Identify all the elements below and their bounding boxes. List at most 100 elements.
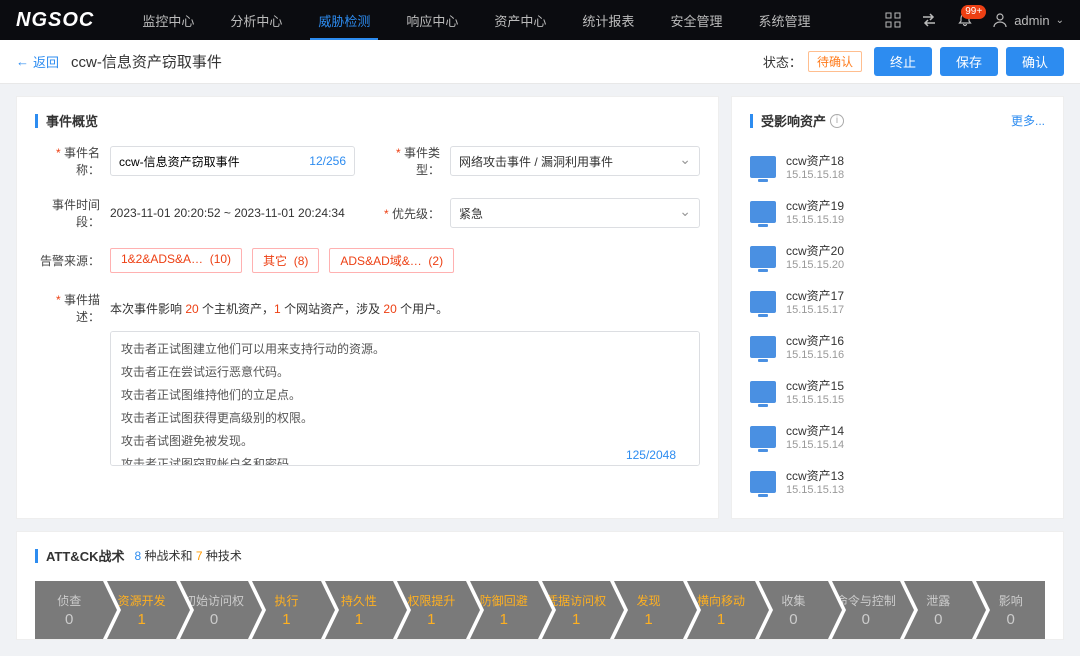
asset-ip: 15.15.15.17 — [786, 304, 844, 316]
attck-step[interactable]: 权限提升1 — [397, 581, 465, 639]
attck-step[interactable]: 横向移动1 — [687, 581, 755, 639]
chevron-down-icon: ⌄ — [1056, 15, 1064, 26]
asset-ip: 15.15.15.16 — [786, 349, 844, 361]
step-name: 侦查 — [57, 592, 81, 609]
step-name: 防御回避 — [480, 592, 528, 609]
asset-item[interactable]: ccw资产1815.15.15.18 — [750, 144, 1045, 189]
action-buttons: 终止 保存 确认 — [874, 47, 1064, 76]
arrow-left-icon: ← — [16, 54, 29, 69]
step-name: 资源开发 — [118, 592, 166, 609]
bell-icon[interactable]: 99+ — [956, 11, 974, 29]
attck-step[interactable]: 侦查0 — [35, 581, 103, 639]
attck-title: ATT&CK战术 — [46, 546, 124, 565]
content: 事件概览 事件名称： 12/256 事件类型： 网络攻击事件 / 漏洞利用事件 … — [0, 84, 1080, 531]
back-button[interactable]: ← 返回 — [16, 52, 59, 71]
step-count: 1 — [644, 611, 652, 628]
name-label: 事件名称： — [35, 144, 100, 178]
back-label: 返回 — [33, 52, 59, 71]
attck-step[interactable]: 持久性1 — [325, 581, 393, 639]
monitor-icon — [750, 381, 776, 403]
priority-select[interactable]: 紧急 — [450, 198, 700, 228]
type-label: 事件类型： — [375, 144, 440, 178]
asset-ip: 15.15.15.19 — [786, 214, 844, 226]
step-name: 持久性 — [341, 592, 377, 609]
nav-items: 监控中心分析中心威胁检测响应中心资产中心统计报表安全管理系统管理 — [124, 0, 828, 40]
step-count: 0 — [789, 611, 797, 628]
asset-ip: 15.15.15.13 — [786, 484, 844, 496]
desc-line: 攻击者正试图维持他们的立足点。 — [121, 386, 689, 403]
attck-step[interactable]: 执行1 — [252, 581, 320, 639]
asset-item[interactable]: ccw资产1315.15.15.13 — [750, 459, 1045, 504]
period-value: 2023-11-01 20:20:52 ~ 2023-11-01 20:24:3… — [110, 206, 355, 220]
asset-item[interactable]: ccw资产1715.15.15.17 — [750, 279, 1045, 324]
info-icon[interactable]: i — [830, 114, 844, 128]
attck-chevron-row: 侦查0资源开发1初始访问权0执行1持久性1权限提升1防御回避1凭据访问权1发现1… — [35, 581, 1045, 639]
nav-item-3[interactable]: 响应中心 — [388, 0, 476, 40]
step-count: 1 — [137, 611, 145, 628]
asset-name: ccw资产19 — [786, 197, 844, 214]
assets-title: 受影响资产 — [761, 111, 826, 130]
step-count: 0 — [1007, 611, 1015, 628]
grid-icon[interactable] — [884, 11, 902, 29]
monitor-icon — [750, 291, 776, 313]
name-input-field[interactable] — [119, 154, 309, 168]
attck-card: ATT&CK战术 8 种战术和 7 种技术 侦查0资源开发1初始访问权0执行1持… — [16, 531, 1064, 640]
attck-step[interactable]: 防御回避1 — [470, 581, 538, 639]
step-count: 1 — [282, 611, 290, 628]
step-count: 0 — [210, 611, 218, 628]
source-tag[interactable]: 其它 (8) — [252, 248, 319, 273]
affected-assets-card: 受影响资产 i 更多... ccw资产1815.15.15.18ccw资产191… — [731, 96, 1064, 519]
attck-step[interactable]: 资源开发 1 — [107, 581, 175, 639]
card-title: 事件概览 — [46, 111, 98, 130]
asset-item[interactable]: ccw资产1515.15.15.15 — [750, 369, 1045, 414]
asset-item[interactable]: ccw资产2015.15.15.20 — [750, 234, 1045, 279]
asset-item[interactable]: ccw资产1415.15.15.14 — [750, 414, 1045, 459]
nav-item-2[interactable]: 威胁检测 — [300, 0, 388, 40]
nav-item-0[interactable]: 监控中心 — [124, 0, 212, 40]
nav-item-7[interactable]: 系统管理 — [740, 0, 828, 40]
step-count: 1 — [427, 611, 435, 628]
nav-item-4[interactable]: 资产中心 — [476, 0, 564, 40]
nav-item-1[interactable]: 分析中心 — [212, 0, 300, 40]
asset-ip: 15.15.15.15 — [786, 394, 844, 406]
nav-item-6[interactable]: 安全管理 — [652, 0, 740, 40]
asset-name: ccw资产16 — [786, 332, 844, 349]
asset-name: ccw资产17 — [786, 287, 844, 304]
desc-line: 攻击者正试图获得更高级别的权限。 — [121, 409, 689, 426]
attck-step[interactable]: 影响0 — [976, 581, 1044, 639]
stop-button[interactable]: 终止 — [874, 47, 932, 76]
attck-step[interactable]: 凭据访问权1 — [542, 581, 610, 639]
user-icon — [992, 12, 1008, 28]
source-tag[interactable]: ADS&AD域&… (2) — [329, 248, 454, 273]
asset-item[interactable]: ccw资产1915.15.15.19 — [750, 189, 1045, 234]
top-nav: NGSOC 监控中心分析中心威胁检测响应中心资产中心统计报表安全管理系统管理 9… — [0, 0, 1080, 40]
confirm-button[interactable]: 确认 — [1006, 47, 1064, 76]
name-input[interactable]: 12/256 — [110, 146, 355, 176]
attck-step[interactable]: 收集0 — [759, 581, 827, 639]
asset-name: ccw资产14 — [786, 422, 844, 439]
monitor-icon — [750, 426, 776, 448]
desc-summary: 本次事件影响 20 个主机资产，1 个网站资产，涉及 20 个用户。 — [110, 300, 448, 317]
source-tag[interactable]: 1&2&ADS&A… (10) — [110, 248, 242, 273]
type-select[interactable]: 网络攻击事件 / 漏洞利用事件 — [450, 146, 700, 176]
attck-step[interactable]: 泄露0 — [904, 581, 972, 639]
status-wrap: 状态： 待确认 — [763, 51, 862, 72]
desc-counter: 125/2048 — [626, 448, 676, 462]
swap-icon[interactable] — [920, 11, 938, 29]
desc-line: 攻击者正试图建立他们可以用来支持行动的资源。 — [121, 340, 689, 357]
save-button[interactable]: 保存 — [940, 47, 998, 76]
nav-item-5[interactable]: 统计报表 — [564, 0, 652, 40]
asset-item[interactable]: ccw资产1615.15.15.16 — [750, 324, 1045, 369]
user-menu[interactable]: admin ⌄ — [992, 12, 1064, 28]
step-name: 凭据访问权 — [546, 592, 606, 609]
priority-value: 紧急 — [459, 205, 483, 222]
attck-step[interactable]: 命令与控制0 — [832, 581, 900, 639]
attck-step[interactable]: 发现1 — [614, 581, 682, 639]
more-link[interactable]: 更多... — [1011, 112, 1045, 129]
desc-textarea[interactable]: 攻击者正试图建立他们可以用来支持行动的资源。攻击者正在尝试运行恶意代码。攻击者正… — [110, 331, 700, 466]
attck-step[interactable]: 初始访问权0 — [180, 581, 248, 639]
monitor-icon — [750, 246, 776, 268]
page-title: ccw-信息资产窃取事件 — [71, 51, 222, 72]
card-accent — [35, 114, 38, 128]
step-count: 0 — [862, 611, 870, 628]
